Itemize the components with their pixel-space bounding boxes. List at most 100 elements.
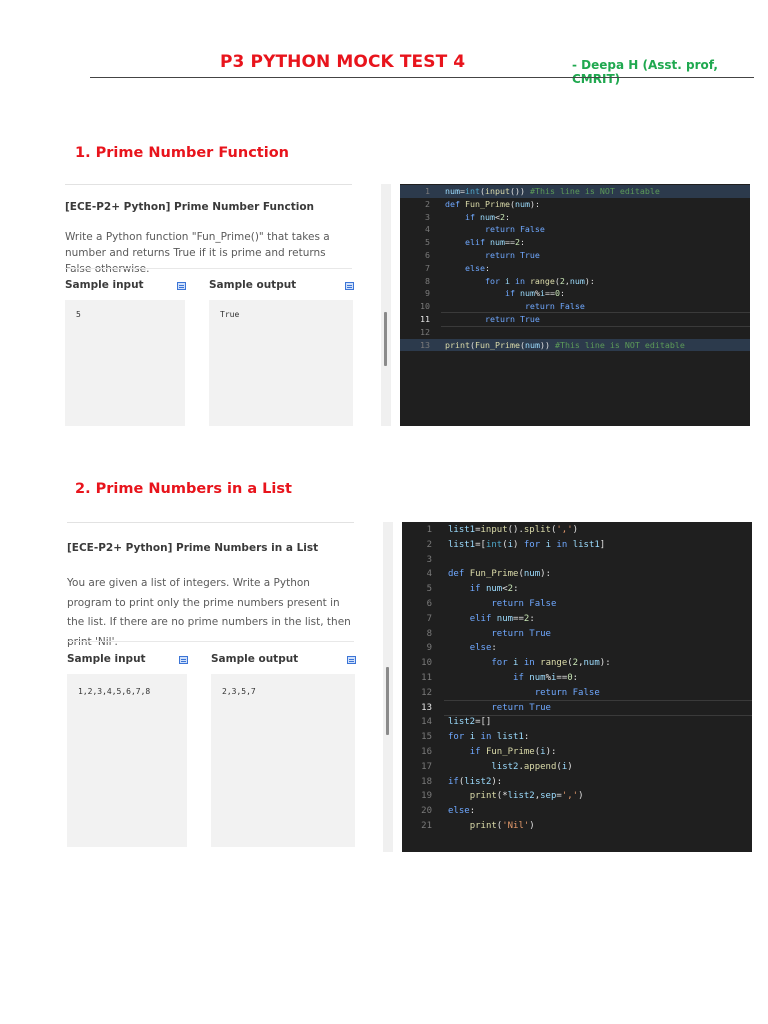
code-token: == [556, 673, 568, 683]
code-line[interactable]: 18 if(list2): [402, 775, 752, 790]
editor-scrollbar[interactable] [383, 522, 393, 852]
code-token: in [475, 732, 497, 743]
current-line-highlight [441, 312, 750, 327]
sample-output-box: 2,3,5,7 [211, 674, 355, 847]
code-line[interactable]: 1 list1=input().split(',') [402, 523, 752, 538]
code-token: (). [507, 525, 524, 535]
code-text: return True [445, 249, 540, 262]
code-text: def Fun_Prime(num): [448, 567, 551, 582]
divider [67, 641, 354, 642]
line-number: 10 [421, 658, 432, 669]
code-line[interactable]: 6 return True [400, 249, 750, 262]
line-number: 8 [426, 628, 432, 639]
code-line[interactable]: 2 def Fun_Prime(num): [400, 198, 750, 211]
line-number: 9 [426, 643, 432, 654]
code-line[interactable]: 6 return False [402, 597, 752, 612]
code-line[interactable]: 16 if Fun_Prime(i): [402, 745, 752, 760]
code-token: False [519, 224, 545, 235]
code-text: if num%i==0: [445, 287, 565, 300]
line-number: 21 [421, 821, 432, 831]
code-token: : [559, 288, 565, 299]
code-line[interactable]: 9 if num%i==0: [400, 287, 750, 300]
line-number: 13 [420, 339, 430, 350]
code-text: else: [448, 641, 497, 656]
code-line[interactable]: 1 num=int(input()) #This line is NOT edit… [400, 185, 750, 198]
copy-icon[interactable] [177, 282, 186, 290]
code-line[interactable]: 11 if num%i==0: [402, 671, 752, 686]
editor-scrollbar[interactable] [381, 184, 391, 426]
line-number: 11 [421, 673, 432, 683]
code-line[interactable]: 4 def Fun_Prime(num): [402, 567, 752, 582]
code-token: num [479, 211, 495, 222]
code-line[interactable]: 8 for i in range(2,num): [400, 275, 750, 288]
code-token: return [491, 599, 530, 609]
code-line[interactable]: 14 list2=[] [402, 715, 752, 730]
code-line[interactable]: 20 else: [402, 804, 752, 819]
code-text: print(*list2,sep=',') [448, 789, 584, 804]
code-token: in [551, 539, 573, 550]
code-line[interactable]: 15 for i in list1: [402, 730, 752, 745]
code-token: : [504, 211, 510, 222]
code-token: num [496, 613, 514, 624]
code-line[interactable]: 12 return False [402, 686, 752, 701]
code-token: Fun_Prime [474, 339, 520, 350]
code-line[interactable]: 2 list1=[int(i) for i in list1] [402, 538, 752, 553]
code-line[interactable]: 5 if num<2: [402, 582, 752, 597]
code-text: for i in range(2,num): [445, 275, 595, 288]
line-number: 7 [426, 613, 432, 624]
sample-output-value: 2,3,5,7 [222, 687, 256, 696]
code-editor-1[interactable]: 1 num=int(input()) #This line is NOT edit… [400, 184, 750, 426]
code-token: Fun_Prime [485, 747, 535, 757]
code-editor-2[interactable]: 1 list1=input().split(',') 2 list1=[int(i) … [402, 522, 752, 852]
code-line[interactable]: 5 elif num==2: [400, 236, 750, 249]
code-line[interactable]: 10 for i in range(2,num): [402, 656, 752, 671]
code-token: == [504, 237, 515, 248]
code-token: == [513, 613, 524, 624]
code-token: False [559, 301, 585, 312]
line-number: 19 [421, 791, 432, 802]
code-line[interactable]: 3 if num<2: [400, 211, 750, 224]
code-token: ',' [556, 525, 573, 535]
scrollbar-thumb[interactable] [386, 667, 389, 735]
code-token: return [491, 628, 530, 639]
code-line[interactable]: 8 return True [402, 627, 752, 642]
line-number: 16 [421, 747, 432, 757]
code-token: ) [567, 761, 573, 772]
code-token: list2 [507, 791, 535, 802]
code-token: : [491, 643, 497, 654]
code-line[interactable]: 19 print(*list2,sep=',') [402, 789, 752, 804]
line-number: 2 [425, 198, 430, 209]
copy-icon[interactable] [345, 282, 354, 290]
code-token: range [540, 658, 568, 669]
line-number: 10 [420, 301, 430, 312]
code-token: if [504, 288, 520, 299]
code-line[interactable]: 12 [400, 326, 750, 339]
code-text: for i in list1: [448, 730, 529, 745]
code-token: : [523, 732, 530, 743]
code-text: list1=input().split(',') [448, 523, 578, 538]
code-line[interactable]: 4 return False [400, 223, 750, 236]
code-text: list1=[int(i) for i in list1] [448, 538, 605, 553]
code-token: for [484, 275, 505, 286]
code-line[interactable]: 7 elif num==2: [402, 612, 752, 627]
scrollbar-thumb[interactable] [384, 312, 387, 366]
code-line[interactable]: 9 else: [402, 641, 752, 656]
code-text: else: [448, 804, 475, 819]
code-line[interactable]: 3 [402, 553, 752, 568]
code-line[interactable]: 17 list2.append(i) [402, 760, 752, 775]
code-line[interactable]: 21 print('Nil') [402, 819, 752, 834]
copy-icon[interactable] [347, 656, 356, 664]
code-line[interactable]: 13 print(Fun_Prime(num)) #This line is NO… [400, 338, 750, 352]
code-line[interactable]: 7 else: [400, 262, 750, 275]
code-token: return [484, 224, 520, 235]
code-token: num [489, 237, 505, 248]
copy-icon[interactable] [179, 656, 188, 664]
line-number: 2 [426, 539, 432, 550]
code-token: num [514, 198, 530, 209]
